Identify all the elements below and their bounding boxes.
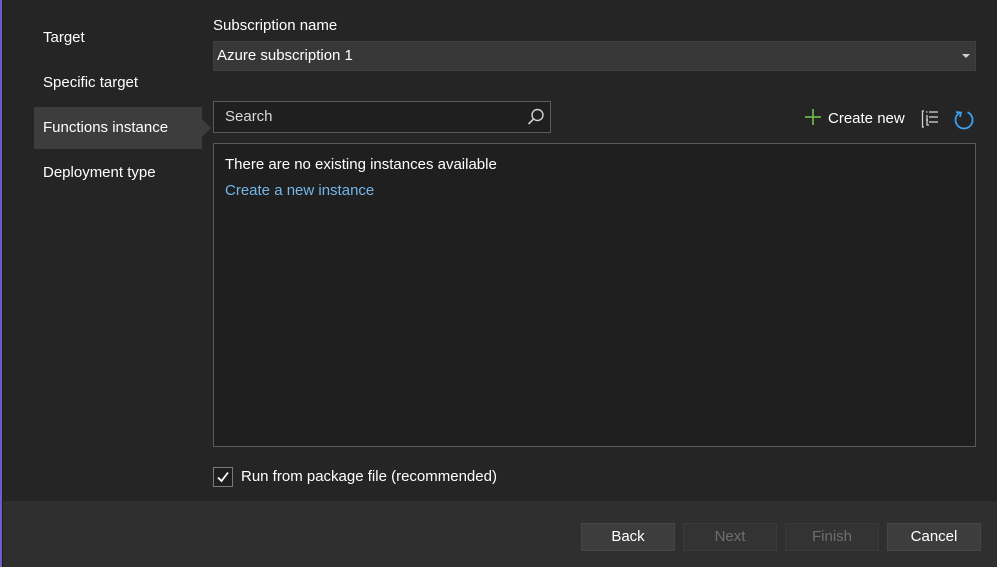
run-from-package-checkbox[interactable] [213,467,233,487]
sidebar-item-label: Functions instance [43,119,169,136]
selection-pointer [202,119,211,137]
filter-icon[interactable] [921,109,941,129]
chevron-down-icon [962,54,970,58]
sidebar-item-label: Target [43,29,85,46]
instances-list[interactable]: There are no existing instances availabl… [213,143,976,447]
sidebar-item-label: Specific target [43,74,139,91]
back-button[interactable]: Back [581,523,675,551]
create-new-instance-link[interactable]: Create a new instance [225,182,374,199]
publish-dialog: Target Specific target Functions instanc… [0,0,997,567]
sidebar-item-target[interactable]: Target [34,17,202,59]
empty-message: There are no existing instances availabl… [225,156,497,173]
plus-icon [805,109,821,125]
subscription-dropdown[interactable]: Azure subscription 1 [213,41,976,71]
search-placeholder: Search [225,108,273,125]
window-accent-border [0,0,2,567]
run-from-package-label: Run from package file (recommended) [241,468,497,485]
checkmark-icon [217,471,229,483]
next-button[interactable]: Next [683,523,777,551]
search-input[interactable]: Search [213,101,551,133]
finish-button[interactable]: Finish [785,523,879,551]
subscription-label: Subscription name [213,17,338,34]
subscription-value: Azure subscription 1 [217,47,353,64]
sidebar-item-label: Deployment type [43,164,156,181]
sidebar-item-deployment-type[interactable]: Deployment type [34,152,202,194]
search-icon[interactable] [526,107,546,127]
refresh-icon[interactable] [952,108,976,132]
create-new-button[interactable]: Create new [804,108,905,130]
cancel-button[interactable]: Cancel [887,523,981,551]
sidebar-item-functions-instance[interactable]: Functions instance [34,107,211,149]
create-new-label: Create new [828,110,905,127]
sidebar-item-specific-target[interactable]: Specific target [34,62,202,104]
